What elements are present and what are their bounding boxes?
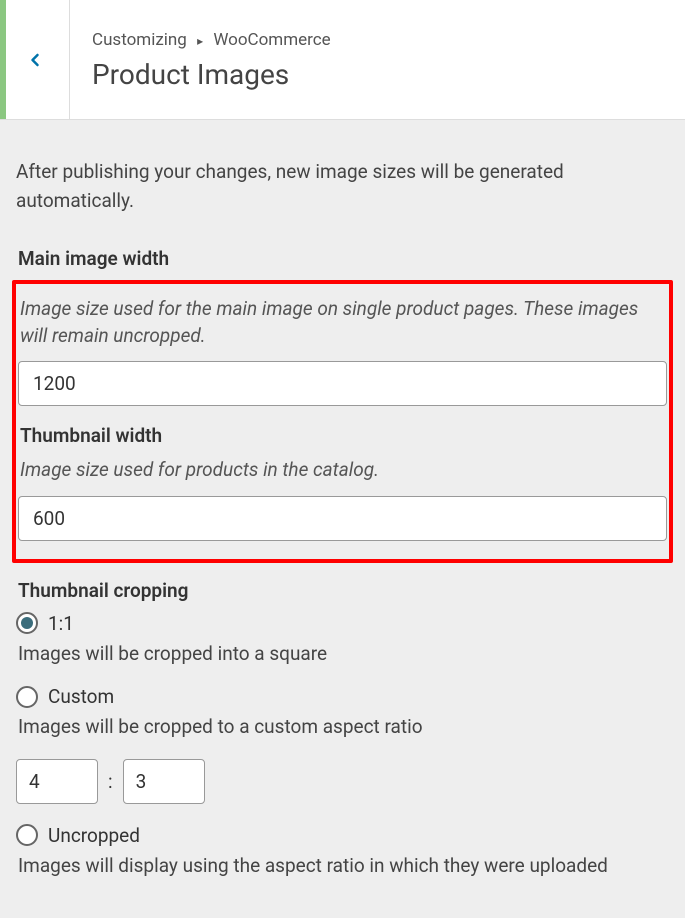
main-image-width-input[interactable] bbox=[18, 361, 667, 406]
breadcrumb-prefix: Customizing bbox=[92, 30, 187, 50]
radio-icon bbox=[16, 686, 38, 708]
ratio-height-input[interactable] bbox=[123, 759, 205, 804]
breadcrumb-section: WooCommerce bbox=[213, 30, 330, 50]
customizer-header: Customizing ▸ WooCommerce Product Images bbox=[0, 0, 685, 120]
thumbnail-width-input[interactable] bbox=[18, 496, 667, 541]
cropping-option-uncropped[interactable]: Uncropped bbox=[16, 824, 669, 847]
main-image-width-description: Image size used for the main image on si… bbox=[18, 296, 667, 349]
ratio-width-input[interactable] bbox=[16, 759, 98, 804]
radio-label: Uncropped bbox=[48, 824, 140, 847]
content: After publishing your changes, new image… bbox=[0, 120, 685, 918]
radio-label: 1:1 bbox=[48, 612, 74, 635]
thumbnail-width-field: Thumbnail width Image size used for prod… bbox=[18, 424, 667, 541]
thumbnail-width-label: Thumbnail width bbox=[18, 424, 667, 447]
back-button[interactable] bbox=[0, 0, 70, 119]
chevron-left-icon bbox=[25, 50, 45, 70]
radio-icon bbox=[16, 612, 38, 634]
main-image-width-field: Image size used for the main image on si… bbox=[18, 296, 667, 406]
intro-text: After publishing your changes, new image… bbox=[16, 158, 669, 215]
radio-icon bbox=[16, 824, 38, 846]
main-image-width-label: Main image width bbox=[16, 247, 669, 270]
thumbnail-width-description: Image size used for products in the cata… bbox=[18, 457, 667, 484]
cropping-option-1-1[interactable]: 1:1 bbox=[16, 612, 669, 635]
cropping-option-uncropped-description: Images will display using the aspect rat… bbox=[16, 853, 669, 880]
cropping-option-custom[interactable]: Custom bbox=[16, 685, 669, 708]
header-text: Customizing ▸ WooCommerce Product Images bbox=[70, 0, 685, 119]
breadcrumb-separator-icon: ▸ bbox=[197, 34, 203, 48]
highlight-box: Image size used for the main image on si… bbox=[12, 280, 673, 563]
radio-label: Custom bbox=[48, 685, 114, 708]
custom-ratio-row: : bbox=[16, 759, 669, 804]
page-title: Product Images bbox=[92, 58, 663, 91]
cropping-option-custom-description: Images will be cropped to a custom aspec… bbox=[16, 714, 669, 741]
ratio-separator: : bbox=[108, 770, 113, 793]
breadcrumb: Customizing ▸ WooCommerce bbox=[92, 30, 663, 50]
cropping-option-1-1-description: Images will be cropped into a square bbox=[16, 641, 669, 668]
thumbnail-cropping-label: Thumbnail cropping bbox=[16, 579, 669, 602]
cropping-radio-group: 1:1 Images will be cropped into a square… bbox=[16, 612, 669, 880]
